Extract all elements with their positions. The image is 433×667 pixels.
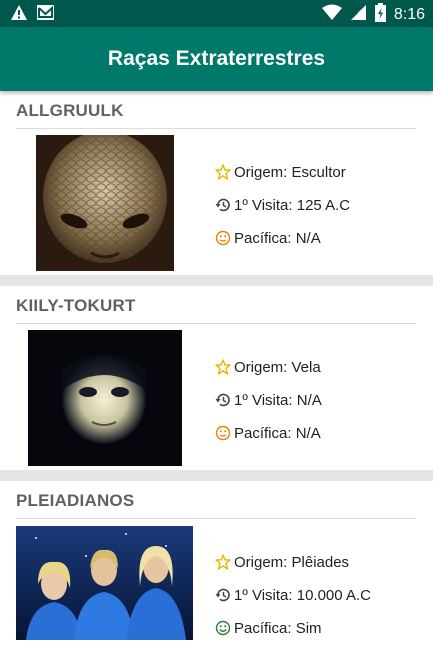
history-icon (215, 392, 231, 408)
wifi-icon (321, 4, 342, 26)
star-icon (215, 164, 231, 180)
history-icon (215, 197, 231, 213)
peaceful-text: Pacífica: N/A (234, 424, 321, 442)
visit-text: 1º Visita: 125 A.C (234, 196, 351, 214)
race-photo-pleiadianos (16, 526, 193, 640)
app-bar: Raças Extraterrestres (0, 27, 433, 91)
peaceful-row: Pacífica: N/A (215, 227, 321, 249)
origin-row: Origem: Vela (215, 356, 321, 378)
visit-row: 1º Visita: 10.000 A.C (215, 584, 371, 606)
warning-icon (10, 4, 28, 26)
neutral-face-icon (215, 425, 231, 441)
battery-icon (374, 3, 386, 27)
origin-text: Origem: Escultor (234, 163, 346, 181)
race-name: PLEIADIANOS (16, 491, 135, 510)
divider (16, 128, 416, 129)
peaceful-row: Pacífica: N/A (215, 422, 321, 444)
star-icon (215, 554, 231, 570)
origin-row: Origem: Plêiades (215, 551, 349, 573)
peaceful-text: Pacífica: Sim (234, 619, 322, 637)
race-name: KIILY-TOKURT (16, 296, 136, 315)
history-icon (215, 587, 231, 603)
card-separator (0, 470, 433, 481)
divider (16, 518, 416, 519)
divider (16, 323, 416, 324)
star-icon (215, 359, 231, 375)
peaceful-text: Pacífica: N/A (234, 229, 321, 247)
race-card-kiily-tokurt[interactable]: KIILY-TOKURT Origem: Vela 1º Visita: N/A… (0, 286, 433, 470)
visit-text: 1º Visita: 10.000 A.C (234, 586, 371, 604)
origin-text: Origem: Plêiades (234, 553, 350, 571)
race-card-pleiadianos[interactable]: PLEIADIANOS Origem: Plêiades 1º Visita: … (0, 481, 433, 665)
race-card-allgruulk[interactable]: ALLGRUULK Origem: Escultor 1º Visita: 12… (0, 91, 433, 275)
card-separator (0, 275, 433, 286)
mail-icon (36, 4, 55, 26)
signal-icon (350, 4, 367, 26)
race-list[interactable]: ALLGRUULK Origem: Escultor 1º Visita: 12… (0, 91, 433, 665)
origin-row: Origem: Escultor (215, 161, 346, 183)
status-bar: 8:16 (0, 0, 433, 27)
neutral-face-icon (215, 230, 231, 246)
app-title: Raças Extraterrestres (107, 47, 326, 70)
race-photo-allgruulk (36, 135, 174, 271)
origin-text: Origem: Vela (234, 358, 321, 376)
visit-row: 1º Visita: N/A (215, 389, 322, 411)
happy-face-icon (215, 620, 231, 636)
race-name: ALLGRUULK (16, 101, 124, 120)
visit-row: 1º Visita: 125 A.C (215, 194, 350, 216)
visit-text: 1º Visita: N/A (234, 391, 322, 409)
peaceful-row: Pacífica: Sim (215, 617, 322, 639)
race-photo-kiily-tokurt (28, 330, 182, 466)
status-time: 8:16 (393, 6, 425, 23)
